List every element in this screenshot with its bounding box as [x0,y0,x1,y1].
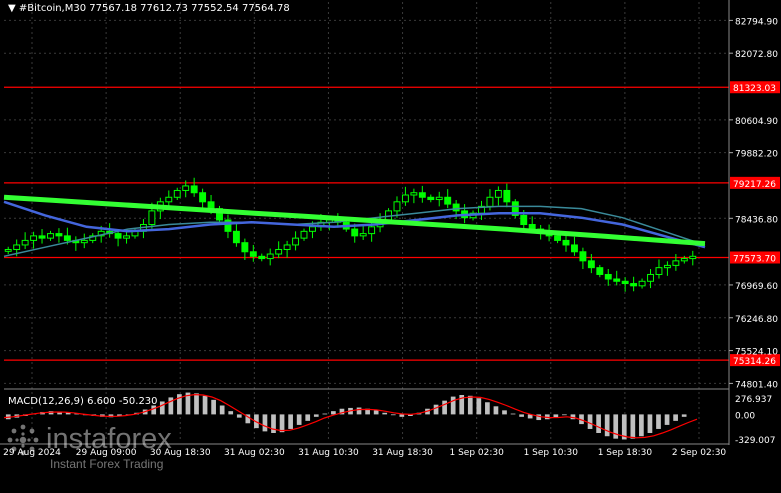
candle-body [613,278,621,282]
macd-axis-label: 0.00 [735,411,755,421]
candle-body [300,230,308,239]
y-tick-label: 82794.90 [735,17,778,27]
candle-body [47,233,54,239]
candle-body [596,267,604,275]
macd-axis-label: 276.937 [735,395,772,405]
candle-body [672,260,680,266]
y-tick-label: 79882.20 [735,150,778,160]
x-tick-label: 1 Sep 18:30 [598,448,653,458]
brand-name: instaforex [46,423,172,455]
candle-body [207,201,215,210]
candle-body [4,248,12,252]
candle-body [368,226,376,235]
x-tick-label: 1 Sep 02:30 [449,448,504,458]
candle-body [359,233,367,237]
candle-body [173,189,181,198]
candle-body [30,235,38,241]
candle-body [292,237,300,246]
candle-body [427,196,435,201]
macd-axis-label: -329.007 [735,436,775,446]
dropdown-arrow-icon[interactable]: ▼ [8,3,16,14]
candle-body [38,235,46,239]
candle-body [647,273,654,282]
candle-body [114,233,122,239]
candle-body [393,201,401,212]
candle-body [148,210,156,226]
candle-body [689,255,697,260]
candle-body [63,235,71,241]
candle-body [587,260,595,269]
y-tick-label: 75524.10 [735,348,778,358]
candle-body [182,185,190,191]
y-tick-label: 80604.90 [735,117,778,127]
candle-body [401,194,409,203]
candle-body [190,185,198,194]
candle-body [123,235,131,239]
brand-tagline: Instant Forex Trading [50,457,164,471]
y-tick-label: 74801.40 [735,380,778,390]
x-tick-label: 31 Aug 10:30 [298,448,359,458]
candle-body [528,224,536,230]
symbol-label: #Bitcoin,M30 [18,3,87,14]
candle-body [494,189,502,198]
y-tick-label: 82072.80 [735,50,778,60]
candle-body [554,235,562,241]
candle-body [351,228,359,237]
candle-body [266,253,274,260]
candle-body [604,273,612,280]
candle-body [241,242,249,253]
chart-title: ▼ #Bitcoin,M30 77567.18 77612.73 77552.5… [8,3,290,14]
x-tick-label: 31 Aug 02:30 [224,448,285,458]
candle-body [410,192,418,196]
candle-body [503,189,511,203]
candle-body [444,196,452,205]
candle-body [199,192,207,203]
y-tick-label: 76969.60 [735,282,778,292]
candle-body [630,283,638,287]
candle-body [655,267,663,275]
candle-body [232,230,240,244]
candle-body [621,280,629,285]
candle-body [80,239,88,244]
price-level-label: 75314.26 [733,357,776,367]
candle-body [55,233,63,237]
candle-body [570,244,578,253]
candle-body [663,264,671,269]
circular-dots-logo-icon [7,424,39,456]
y-tick-label: 78436.80 [735,215,778,225]
candle-body [249,251,257,257]
candle-body [452,203,460,212]
candle-body [520,214,528,226]
candle-body [13,244,21,250]
candle-body [21,239,29,246]
y-tick-label: 76246.80 [735,315,778,325]
candle-body [579,251,587,262]
candle-body [680,258,688,262]
candle-body [435,196,443,201]
chart-root: 81323.03 79217.26 77573.70 75314.26 82794.9… [0,0,781,489]
candle-body [275,248,283,255]
candle-body [418,192,426,198]
brand-logo: instaforex Instant Forex Trading [6,415,206,475]
candle-body [258,255,266,260]
macd-indicator-label: MACD(12,26,9) 6.600 -50.230 [8,396,158,407]
candle-body [562,239,570,246]
x-tick-label: 1 Sep 10:30 [524,448,579,458]
price-level-label: 81323.03 [733,84,776,94]
candle-body [309,226,316,232]
candle-body [165,196,173,203]
candle-body [283,244,291,250]
x-tick-label: 2 Sep 02:30 [672,448,727,458]
price-level-label: 77573.70 [733,255,776,265]
candle-body [486,196,494,207]
ohlc-values: 77567.18 77612.73 77552.54 77564.78 [89,3,290,14]
price-level-label: 79217.26 [733,180,776,190]
x-tick-label: 31 Aug 18:30 [372,448,433,458]
candle-body [638,280,646,287]
